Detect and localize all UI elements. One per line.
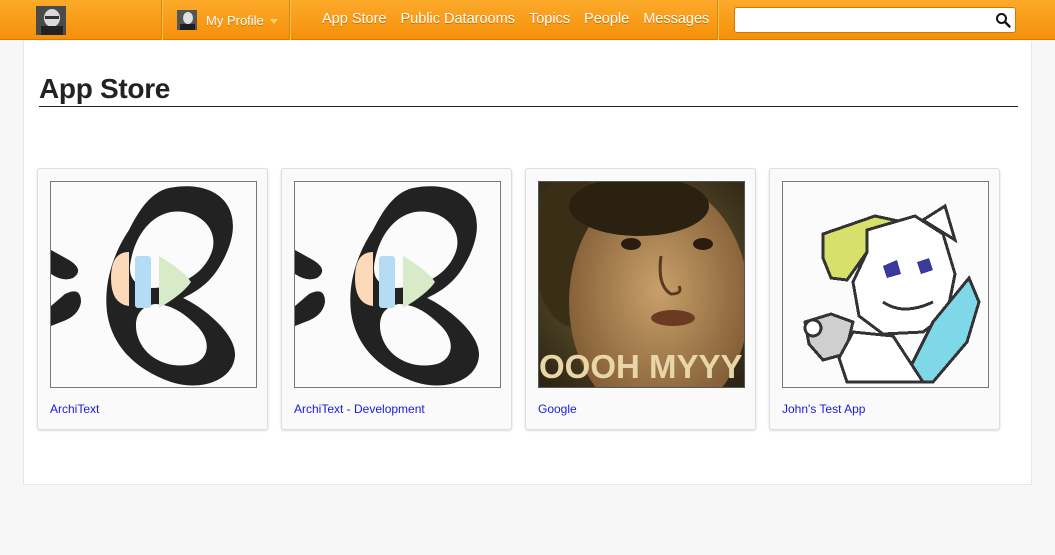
app-name-link[interactable]: ArchiText [50,402,99,416]
main-content-panel: App Store ArchiText ArchiText - Developm… [23,41,1032,485]
nav-divider [289,0,290,40]
nav-link-topics[interactable]: Topics [529,11,570,27]
nav-divider [717,0,718,40]
gif-thumbnail: OOOH MYYY [538,181,745,388]
app-card-architext-development[interactable]: ArchiText - Development [281,168,512,430]
nav-link-app-store[interactable]: App Store [322,11,387,27]
nav-link-public-datarooms[interactable]: Public Datarooms [401,11,515,27]
search-box [734,7,1016,33]
gif-caption: OOOH MYYY [539,348,743,385]
app-name-link[interactable]: ArchiText - Development [294,402,425,416]
nav-link-people[interactable]: People [584,11,629,27]
architext-logo-icon [294,181,501,388]
title-divider [39,106,1018,107]
chevron-down-icon [269,18,278,24]
main-nav-links: App Store Public Datarooms Topics People… [322,11,723,27]
search-icon[interactable] [995,12,1011,28]
profile-avatar [177,10,197,30]
architext-logo-icon [50,181,257,388]
app-name-link[interactable]: John's Test App [782,402,865,416]
nav-link-messages[interactable]: Messages [643,11,709,27]
nav-divider [161,0,162,40]
app-name-link[interactable]: Google [538,402,577,416]
app-card-johns-test-app[interactable]: John's Test App [769,168,1000,430]
my-profile-label: My Profile [206,12,264,28]
page-title: App Store [39,73,171,104]
user-avatar[interactable] [36,6,66,35]
app-card-google[interactable]: OOOH MYYY Google [525,168,756,430]
my-profile-menu[interactable]: My Profile [177,9,278,31]
pixel-cat-thumbnail [782,181,989,388]
search-input[interactable] [741,9,995,33]
app-card-architext[interactable]: ArchiText [37,168,268,430]
top-nav-bar: My Profile App Store Public Datarooms To… [0,0,1055,40]
